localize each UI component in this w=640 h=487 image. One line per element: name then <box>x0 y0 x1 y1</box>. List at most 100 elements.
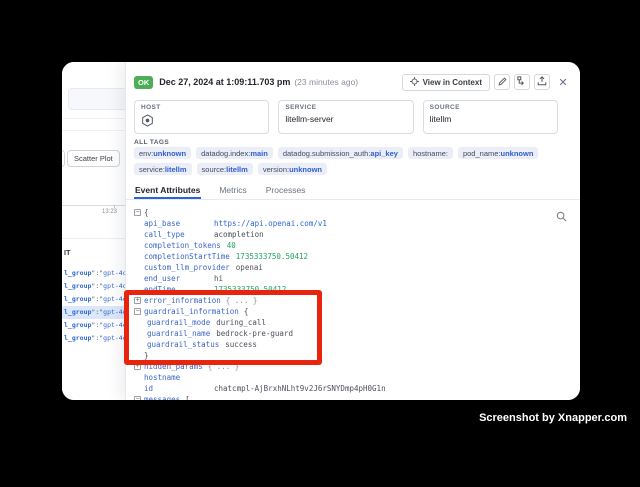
related-traces-icon <box>517 73 527 91</box>
log-value-fragment: gpt-4o <box>103 269 125 277</box>
tab-bar: Event Attributes Metrics Processes <box>134 183 580 199</box>
log-list-item[interactable]: l_group":"gpt-4o <box>62 280 125 293</box>
attribute-row: call_type acompletion <box>134 229 580 240</box>
attribute-key: messages <box>144 394 180 400</box>
log-key-fragment: l_group <box>64 295 91 303</box>
attribute-value: chatcmpl-AjBrxhNLht9v2J6rSNYDmp4pH0G1n <box>214 383 386 394</box>
log-punct: ":" <box>91 308 103 316</box>
divider <box>62 118 125 119</box>
close-icon: ✕ <box>558 76 567 89</box>
background-page: Scatter Plot 13:23 IT l_group":"gpt-4ol_… <box>62 62 125 400</box>
log-value-fragment: gpt-4o <box>103 308 125 316</box>
brace: [ <box>185 394 190 400</box>
attribute-value: openai <box>236 262 263 273</box>
log-punct: ":" <box>91 321 103 329</box>
attribute-row: hostname <box>134 372 580 383</box>
event-timestamp: Dec 27, 2024 at 1:09:11.703 pm <box>159 77 290 87</box>
source-card: SOURCE litellm <box>423 100 558 134</box>
attribute-key: completionStartTime <box>144 251 230 262</box>
attribute-value: acompletion <box>214 229 264 240</box>
target-icon <box>410 77 419 88</box>
attribute-row: id chatcmpl-AjBrxhNLht9v2J6rSNYDmp4pH0G1n <box>134 383 580 394</box>
log-list-item[interactable]: l_group":"gpt-4o <box>62 319 125 332</box>
tag-pill[interactable]: service:litellm <box>134 163 192 175</box>
list-column-header-fragment: IT <box>64 250 71 257</box>
log-list-item[interactable]: l_group":"gpt-4o <box>62 293 125 306</box>
tag-key: hostname: <box>413 149 448 158</box>
background-button-fragment <box>62 150 65 167</box>
tag-pill[interactable]: hostname: <box>408 147 453 159</box>
log-key-fragment: l_group <box>64 334 91 342</box>
relative-time: (23 minutes ago) <box>294 77 358 87</box>
panel-header: OK Dec 27, 2024 at 1:09:11.703 pm (23 mi… <box>134 72 570 92</box>
tag-key: source: <box>202 165 227 174</box>
all-tags-heading: ALL TAGS <box>134 139 169 146</box>
log-punct: ":" <box>91 269 103 277</box>
tag-value: litellm <box>226 165 248 174</box>
tab-event-attributes[interactable]: Event Attributes <box>134 183 201 199</box>
attribute-row: −{ <box>134 207 580 218</box>
app-window: Scatter Plot 13:23 IT l_group":"gpt-4ol_… <box>62 62 580 400</box>
tag-value: litellm <box>165 165 187 174</box>
tag-pill[interactable]: source:litellm <box>197 163 253 175</box>
attribute-row: −messages [ <box>134 394 580 400</box>
related-traces-button[interactable] <box>514 74 530 90</box>
tag-pill[interactable]: pod_name:unknown <box>458 147 538 159</box>
chart-axis-line <box>62 205 125 206</box>
tag-pill[interactable]: version:unknown <box>258 163 327 175</box>
attribute-value: hi <box>214 273 223 284</box>
collapse-icon[interactable]: − <box>134 396 141 400</box>
attribute-key: id <box>144 383 208 394</box>
host-card-label: HOST <box>141 104 262 111</box>
scatter-plot-button[interactable]: Scatter Plot <box>67 150 120 167</box>
source-card-label: SOURCE <box>430 104 551 111</box>
log-punct: ":" <box>91 282 103 290</box>
tab-metrics[interactable]: Metrics <box>218 183 247 199</box>
attribute-value[interactable]: https://api.openai.com/v1 <box>214 218 327 229</box>
divider <box>62 130 125 131</box>
tag-value: main <box>250 149 268 158</box>
tab-processes[interactable]: Processes <box>265 183 307 199</box>
log-list-item[interactable]: l_group":"gpt-4o <box>62 267 125 280</box>
service-value[interactable]: litellm-server <box>285 114 406 124</box>
host-icon <box>141 114 262 129</box>
chart-axis-tick-label: 13:23 <box>102 209 117 215</box>
tag-key: service: <box>139 165 165 174</box>
tag-key: datadog.index: <box>201 149 250 158</box>
tag-key: pod_name: <box>463 149 501 158</box>
tag-value: unknown <box>501 149 534 158</box>
log-list-item[interactable]: l_group":"gpt-4o <box>62 306 125 319</box>
close-button[interactable]: ✕ <box>556 74 570 90</box>
view-in-context-label: View in Context <box>423 78 482 87</box>
tag-pill[interactable]: env:unknown <box>134 147 191 159</box>
screenshot-stage: Scatter Plot 13:23 IT l_group":"gpt-4ol_… <box>0 0 640 487</box>
view-in-context-button[interactable]: View in Context <box>402 74 490 91</box>
attribute-key: call_type <box>144 229 208 240</box>
log-key-fragment: l_group <box>64 282 91 290</box>
chart-axis-tick <box>114 205 115 208</box>
attribute-row: completionStartTime 1735333750.50412 <box>134 251 580 262</box>
log-list-item[interactable]: l_group":"gpt-4o <box>62 332 125 345</box>
attribute-row: end_userhi <box>134 273 580 284</box>
attribute-key: hostname <box>144 372 208 383</box>
log-value-fragment: gpt-4o <box>103 334 125 342</box>
summary-cards: HOST SERVICE litellm-server SOURCE litel… <box>134 100 558 134</box>
watermark-caption: Screenshot by Xnapper.com <box>479 412 627 424</box>
attribute-row: custom_llm_provider openai <box>134 262 580 273</box>
edit-button[interactable] <box>494 74 510 90</box>
collapse-icon[interactable]: − <box>134 209 141 216</box>
tag-pill[interactable]: datadog.index:main <box>196 147 273 159</box>
attribute-key: api_base <box>144 218 208 229</box>
tag-pill[interactable]: datadog.submission_auth:api_key <box>278 147 403 159</box>
log-punct: ":" <box>91 295 103 303</box>
source-value[interactable]: litellm <box>430 114 551 124</box>
annotation-red-box <box>124 290 322 365</box>
divider <box>62 238 125 239</box>
tag-value: unknown <box>289 165 322 174</box>
search-icon[interactable] <box>556 209 567 227</box>
tags-list: env:unknown datadog.index:main datadog.sub… <box>134 147 566 175</box>
pencil-icon <box>498 73 507 91</box>
attribute-value: 1735333750.50412 <box>236 251 308 262</box>
export-button[interactable] <box>534 74 550 90</box>
attribute-key: custom_llm_provider <box>144 262 230 273</box>
